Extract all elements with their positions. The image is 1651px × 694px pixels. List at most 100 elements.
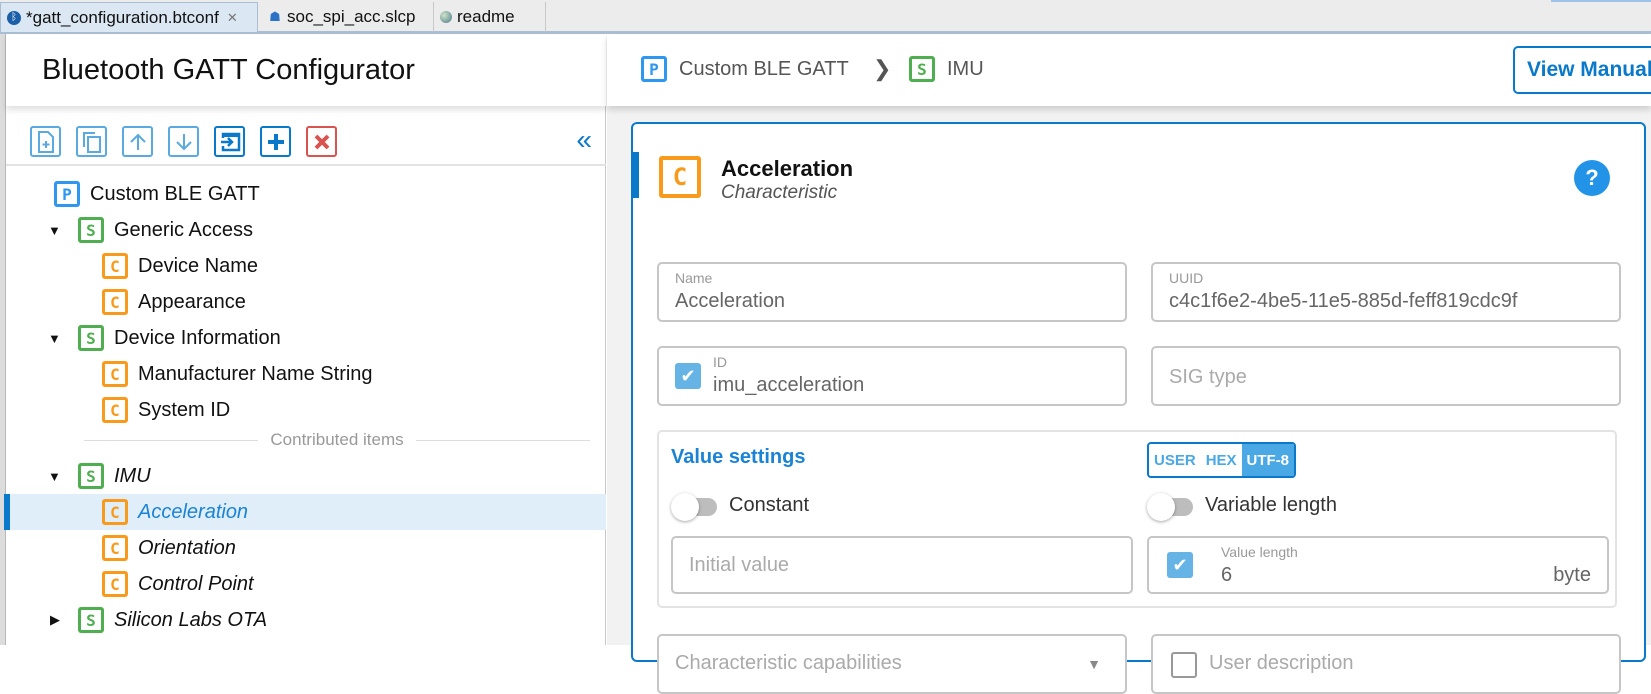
breadcrumb-service[interactable]: S IMU xyxy=(909,56,984,82)
service-icon: S xyxy=(78,463,104,489)
bluetooth-icon: ᛒ xyxy=(7,10,21,25)
tree-item-custom-ble-gatt[interactable]: P Custom BLE GATT xyxy=(6,176,606,212)
dropdown-arrow-icon: ▼ xyxy=(1087,656,1101,672)
card-accent-bar xyxy=(631,152,639,198)
delete-button[interactable] xyxy=(306,126,337,157)
divider-label: Contributed items xyxy=(270,430,404,449)
toggle-knob xyxy=(1147,493,1175,521)
tree-item-manufacturer-name-string[interactable]: C Manufacturer Name String xyxy=(6,356,606,392)
characteristic-capabilities-select[interactable]: Characteristic capabilities ▼ xyxy=(657,634,1127,694)
tree-item-imu[interactable]: ▼ S IMU xyxy=(6,458,606,494)
tab-gatt-configuration[interactable]: ᛒ *gatt_configuration.btconf ✕ xyxy=(0,2,258,32)
characteristic-icon: C xyxy=(102,535,128,561)
move-down-button[interactable] xyxy=(168,126,199,157)
breadcrumb-label: IMU xyxy=(947,57,984,80)
close-tab-icon[interactable]: ✕ xyxy=(227,10,238,26)
tree-item-control-point[interactable]: C Control Point xyxy=(6,566,606,602)
tab-label: readme xyxy=(457,7,515,26)
value-settings-title: Value settings xyxy=(671,446,806,468)
format-hex-option[interactable]: HEX xyxy=(1201,444,1242,476)
tab-label: soc_spi_acc.slcp xyxy=(287,7,416,26)
value-length-value: 6 xyxy=(1221,564,1233,586)
format-selector: USER HEX UTF-8 xyxy=(1147,442,1297,478)
tree-item-label: Appearance xyxy=(138,290,246,313)
user-description-checkbox[interactable] xyxy=(1171,652,1197,678)
format-user-option[interactable]: USER xyxy=(1149,444,1201,476)
view-manual-button[interactable]: View Manual xyxy=(1513,46,1651,94)
tree-item-orientation[interactable]: C Orientation xyxy=(6,530,606,566)
tree-item-silicon-labs-ota[interactable]: ▶ S Silicon Labs OTA xyxy=(6,602,606,638)
tree-item-label: IMU xyxy=(114,464,151,487)
tree-item-system-id[interactable]: C System ID xyxy=(6,392,606,428)
help-icon[interactable]: ? xyxy=(1574,160,1610,196)
sig-type-placeholder: SIG type xyxy=(1169,366,1247,388)
format-utf8-option[interactable]: UTF-8 xyxy=(1241,444,1295,476)
value-settings-panel: Value settings USER HEX UTF-8 Constant V… xyxy=(657,430,1617,608)
expand-caret-icon[interactable]: ▶ xyxy=(50,612,60,628)
characteristic-icon: C xyxy=(659,156,701,198)
tab-readme[interactable]: readme xyxy=(434,2,546,32)
name-field[interactable]: Name Acceleration xyxy=(657,262,1127,322)
expand-caret-icon[interactable]: ▼ xyxy=(48,223,61,238)
breadcrumb-profile[interactable]: P Custom BLE GATT xyxy=(641,56,849,82)
sig-type-field[interactable]: SIG type xyxy=(1151,346,1621,406)
collapse-sidebar-icon[interactable]: « xyxy=(576,126,592,154)
main-header: P Custom BLE GATT ❯ S IMU View Manual xyxy=(607,34,1651,106)
characteristic-icon: C xyxy=(102,289,128,315)
tree-item-label: Silicon Labs OTA xyxy=(114,608,268,631)
import-button[interactable] xyxy=(214,126,245,157)
breadcrumb-chevron-icon: ❯ xyxy=(873,56,892,81)
uuid-field[interactable]: UUID c4c1f6e2-4be5-11e5-885d-feff819cdc9… xyxy=(1151,262,1621,322)
add-button[interactable] xyxy=(260,126,291,157)
tree-item-label: Generic Access xyxy=(114,218,253,241)
editor-tab-bar: ᛒ *gatt_configuration.btconf ✕ ☗ soc_spi… xyxy=(0,0,1651,34)
value-length-unit: byte xyxy=(1553,564,1591,586)
value-length-field[interactable]: ✔ Value length 6 byte xyxy=(1147,536,1609,594)
id-label: ID xyxy=(713,354,727,370)
tree-item-label: System ID xyxy=(138,398,231,421)
tree-item-device-name[interactable]: C Device Name xyxy=(6,248,606,284)
variable-length-toggle[interactable] xyxy=(1147,492,1195,521)
tree-item-label: Orientation xyxy=(138,536,236,559)
toggle-knob xyxy=(671,493,699,521)
value-length-checkbox[interactable]: ✔ xyxy=(1167,552,1193,578)
uuid-value: c4c1f6e2-4be5-11e5-885d-feff819cdc9f xyxy=(1169,290,1518,312)
contributed-items-divider: Contributed items xyxy=(84,430,591,450)
user-description-field[interactable]: User description xyxy=(1151,634,1621,694)
sidebar: Bluetooth GATT Configurator « P Custom B… xyxy=(4,34,606,645)
expand-caret-icon[interactable]: ▼ xyxy=(48,469,61,484)
project-icon: ☗ xyxy=(269,9,281,24)
initial-value-input[interactable]: Initial value xyxy=(671,536,1133,594)
tree-item-appearance[interactable]: C Appearance xyxy=(6,284,606,320)
profile-icon: P xyxy=(54,181,80,207)
uuid-label: UUID xyxy=(1169,270,1204,286)
tree-item-label: Manufacturer Name String xyxy=(138,362,373,385)
divider-line xyxy=(84,439,259,441)
tree-item-label: Acceleration xyxy=(138,500,249,523)
service-icon: S xyxy=(78,607,104,633)
tree-item-generic-access[interactable]: ▼ S Generic Access xyxy=(6,212,606,248)
arrow-up-icon xyxy=(129,133,146,150)
service-icon: S xyxy=(78,325,104,351)
tree-item-device-information[interactable]: ▼ S Device Information xyxy=(6,320,606,356)
tree-item-label: Device Information xyxy=(114,326,281,349)
expand-caret-icon[interactable]: ▼ xyxy=(48,331,61,346)
copy-icon xyxy=(82,131,101,153)
name-label: Name xyxy=(675,270,713,286)
add-file-button[interactable] xyxy=(30,126,61,157)
service-icon: S xyxy=(78,217,104,243)
tree-item-acceleration[interactable]: C Acceleration xyxy=(4,494,606,530)
tab-soc-spi-acc[interactable]: ☗ soc_spi_acc.slcp xyxy=(262,2,434,32)
tree-item-label: Control Point xyxy=(138,572,254,595)
move-up-button[interactable] xyxy=(122,126,153,157)
id-checkbox[interactable]: ✔ xyxy=(675,363,701,389)
initial-value-placeholder: Initial value xyxy=(689,554,790,576)
main-panel: P Custom BLE GATT ❯ S IMU View Manual C … xyxy=(607,34,1651,694)
value-length-label: Value length xyxy=(1221,544,1298,560)
delete-icon xyxy=(314,134,329,149)
id-field[interactable]: ✔ ID imu_acceleration xyxy=(657,346,1127,406)
service-icon: S xyxy=(909,56,935,82)
id-value: imu_acceleration xyxy=(713,374,865,396)
duplicate-button[interactable] xyxy=(76,126,107,157)
constant-toggle[interactable] xyxy=(671,492,719,521)
